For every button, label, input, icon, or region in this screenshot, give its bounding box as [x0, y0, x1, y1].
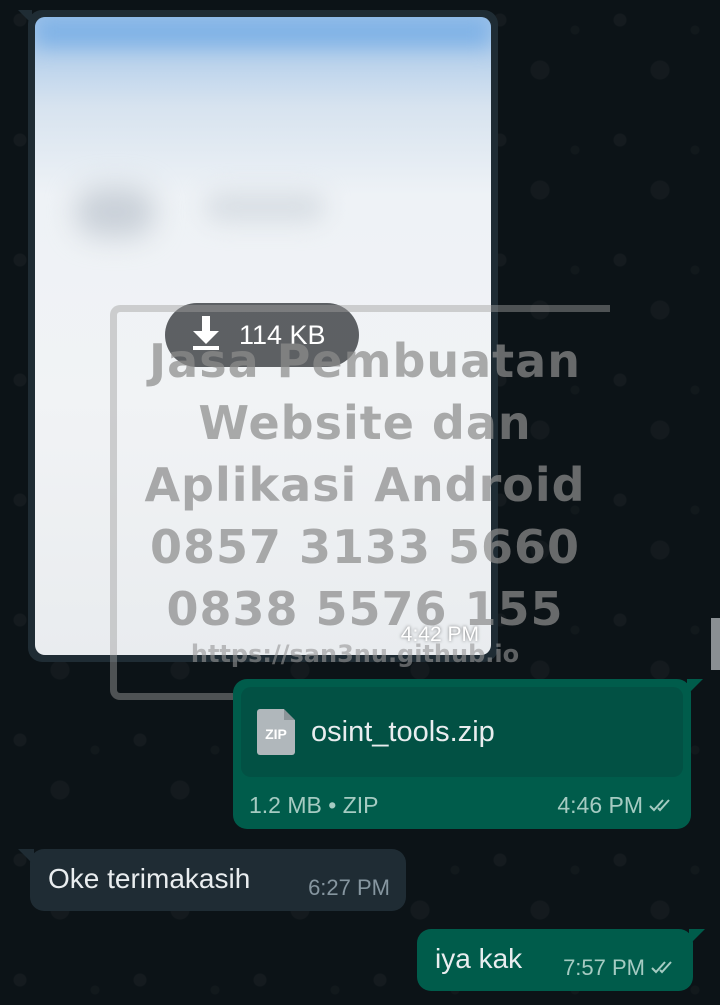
file-attachment[interactable]: ZIP osint_tools.zip — [241, 687, 683, 777]
incoming-message-bubble[interactable]: Oke terimakasih 6:27 PM — [18, 849, 406, 911]
image-blur-shape — [205, 192, 325, 222]
bubble-tail — [18, 10, 32, 24]
message-time: 7:57 PM — [563, 955, 645, 980]
zip-file-icon: ZIP — [257, 709, 295, 755]
file-message-bubble[interactable]: ZIP osint_tools.zip 1.2 MB • ZIP 4:46 PM — [233, 679, 703, 829]
watermark-line: 0857 3133 5660 — [149, 520, 581, 574]
file-name: osint_tools.zip — [311, 715, 495, 748]
double-check-icon — [649, 792, 675, 819]
file-meta: 1.2 MB • ZIP — [249, 792, 379, 818]
zip-icon-label: ZIP — [265, 726, 287, 742]
message-time: 6:27 PM — [308, 875, 390, 900]
message-status: 4:46 PM — [557, 792, 675, 819]
image-blur-top — [35, 17, 491, 47]
watermark-line: 0838 5576 155 — [166, 582, 564, 636]
bubble-tail — [689, 929, 705, 945]
double-check-icon — [651, 955, 677, 981]
outgoing-message-bubble[interactable]: iya kak 7:57 PM — [417, 929, 705, 991]
message-text: iya kak — [435, 943, 523, 974]
bubble-tail — [687, 679, 703, 695]
bubble-tail — [18, 849, 34, 865]
watermark-text: Jasa Pembuatan Website dan Aplikasi Andr… — [140, 330, 590, 640]
watermark-line: Jasa Pembuatan — [149, 334, 581, 388]
watermark-line: Website dan — [198, 396, 532, 450]
watermark-line: Aplikasi Android — [144, 458, 586, 512]
image-blur-shape — [75, 187, 155, 237]
message-text: Oke terimakasih — [48, 863, 251, 894]
message-status: 7:57 PM — [563, 955, 677, 981]
scroll-indicator — [711, 618, 720, 670]
watermark-url: https://san3nu.github.io — [190, 640, 520, 668]
message-time: 4:46 PM — [557, 792, 643, 818]
